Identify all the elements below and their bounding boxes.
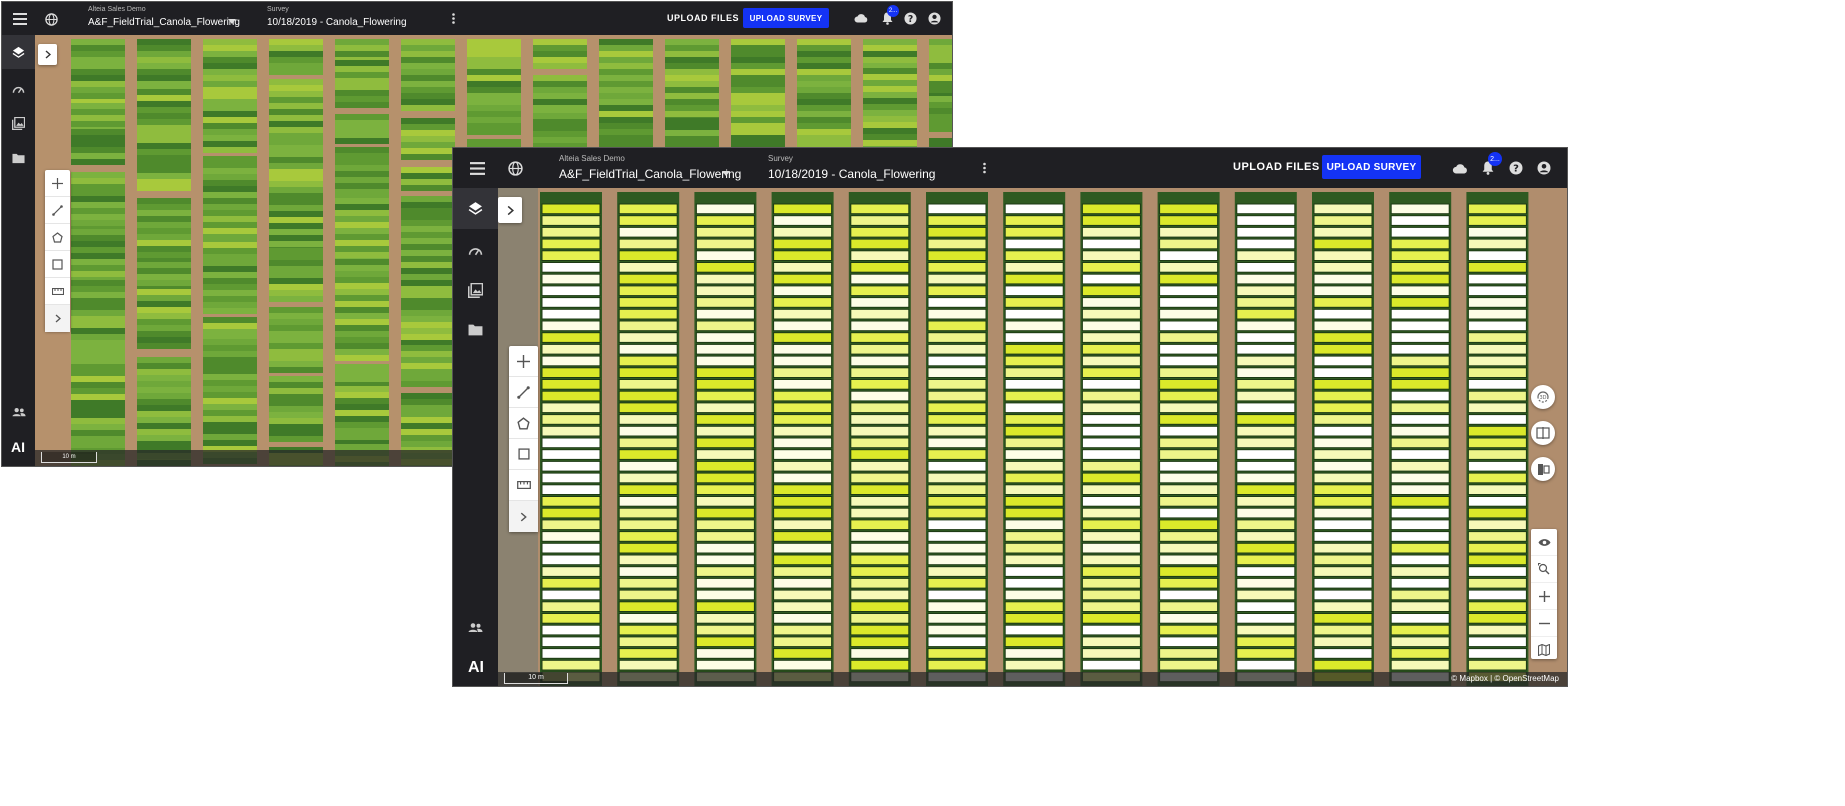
menu-icon[interactable]	[467, 158, 487, 178]
zoom-out-icon[interactable]	[1531, 610, 1557, 637]
line-tool-icon[interactable]	[509, 377, 538, 408]
survey-selector[interactable]: 10/18/2019 - Canola_Flowering	[267, 17, 407, 28]
map-controls	[1531, 529, 1557, 659]
upload-files-button[interactable]: UPLOAD FILES	[1233, 161, 1320, 173]
help-icon[interactable]: ?	[1507, 159, 1525, 177]
basemap-icon[interactable]	[1531, 637, 1557, 663]
ruler-tool-icon[interactable]	[45, 278, 70, 305]
point-tool-icon[interactable]	[45, 170, 70, 197]
app-logo: AI	[468, 659, 484, 676]
rectangle-tool-icon[interactable]	[45, 251, 70, 278]
swipe-icon[interactable]	[1531, 457, 1555, 481]
svg-text:?: ?	[1513, 164, 1519, 175]
drawing-toolbox	[509, 346, 538, 532]
chevron-right-icon[interactable]	[509, 501, 538, 532]
account-icon[interactable]	[926, 10, 942, 26]
zoom-extent-icon[interactable]	[1531, 556, 1557, 583]
project-selector[interactable]: A&F_FieldTrial_Canola_Flowering	[559, 167, 741, 181]
expand-panel-button[interactable]	[38, 44, 57, 65]
eye-icon[interactable]	[1531, 529, 1557, 556]
layers-icon[interactable]	[453, 188, 498, 229]
survey-caption: Survey	[768, 154, 793, 163]
cloud-icon[interactable]	[1451, 159, 1469, 177]
svg-text:3D: 3D	[1539, 395, 1546, 401]
upload-files-button[interactable]: UPLOAD FILES	[667, 13, 739, 23]
help-icon[interactable]: ?	[902, 10, 918, 26]
globe-icon[interactable]	[505, 158, 525, 178]
survey-caption: Survey	[267, 6, 289, 13]
users-icon[interactable]	[2, 402, 35, 422]
chevron-right-icon[interactable]	[45, 305, 70, 332]
rectangle-tool-icon[interactable]	[509, 439, 538, 470]
compare-icon[interactable]	[1531, 421, 1555, 445]
left-sidebar: AI	[2, 35, 35, 466]
polygon-tool-icon[interactable]	[45, 224, 70, 251]
app-logo: AI	[11, 439, 25, 455]
project-selector[interactable]: A&F_FieldTrial_Canola_Flowering	[88, 17, 240, 28]
gallery-icon[interactable]	[453, 280, 498, 300]
scale-bar: 10 m	[41, 452, 97, 463]
top-bar: Alteia Sales Demo A&F_FieldTrial_Canola_…	[2, 2, 952, 35]
chevron-down-icon[interactable]	[721, 168, 731, 178]
notification-badge: 2...	[1488, 152, 1502, 166]
map-view[interactable]: 10 m © Mapbox | © OpenStreetMap 3D	[498, 188, 1567, 686]
polygon-tool-icon[interactable]	[509, 408, 538, 439]
account-icon[interactable]	[1535, 159, 1553, 177]
svg-text:?: ?	[907, 13, 912, 24]
scale-bar: 10 m	[504, 673, 568, 684]
ruler-tool-icon[interactable]	[509, 470, 538, 501]
layers-icon[interactable]	[2, 35, 35, 69]
map-attribution: © Mapbox | © OpenStreetMap	[1451, 674, 1559, 683]
expand-panel-button[interactable]	[498, 197, 522, 223]
3d-icon[interactable]: 3D	[1531, 385, 1555, 409]
upload-survey-button[interactable]: UPLOAD SURVEY	[1322, 155, 1421, 179]
zoom-in-icon[interactable]	[1531, 583, 1557, 610]
window-index-map: Alteia Sales Demo A&F_FieldTrial_Canola_…	[453, 148, 1567, 686]
survey-selector[interactable]: 10/18/2019 - Canola_Flowering	[768, 167, 935, 181]
more-vert-icon[interactable]	[447, 10, 459, 26]
line-tool-icon[interactable]	[45, 197, 70, 224]
chevron-down-icon[interactable]	[227, 16, 237, 26]
more-vert-icon[interactable]	[978, 160, 990, 176]
users-icon[interactable]	[453, 617, 498, 637]
point-tool-icon[interactable]	[509, 346, 538, 377]
notification-badge: 2...	[887, 5, 899, 17]
drawing-toolbox	[45, 170, 70, 332]
top-bar: Alteia Sales Demo A&F_FieldTrial_Canola_…	[453, 148, 1567, 188]
project-caption: Alteia Sales Demo	[559, 154, 625, 163]
menu-icon[interactable]	[10, 9, 30, 29]
index-map-image	[498, 188, 1567, 686]
folder-icon[interactable]	[453, 320, 498, 340]
globe-icon[interactable]	[41, 9, 61, 29]
project-caption: Alteia Sales Demo	[88, 6, 146, 13]
gallery-icon[interactable]	[2, 113, 35, 133]
folder-icon[interactable]	[2, 148, 35, 168]
upload-survey-button[interactable]: UPLOAD SURVEY	[743, 8, 829, 28]
gauge-icon[interactable]	[453, 240, 498, 260]
left-sidebar: AI	[453, 188, 498, 686]
cloud-icon[interactable]	[853, 10, 869, 26]
gauge-icon[interactable]	[2, 79, 35, 99]
